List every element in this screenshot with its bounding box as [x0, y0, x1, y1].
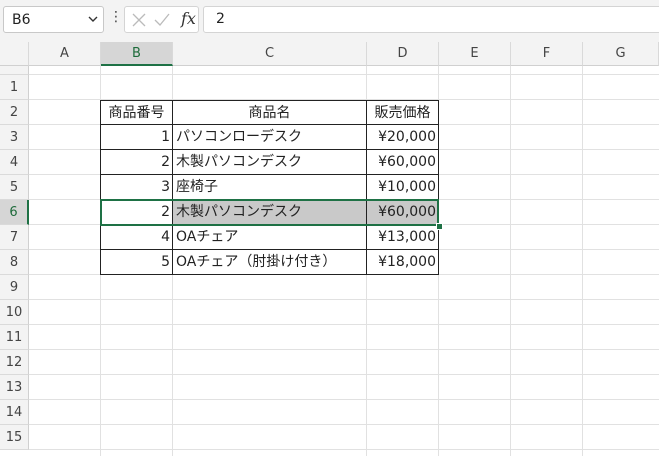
- row-header-11[interactable]: 11: [0, 325, 29, 350]
- cell-price[interactable]: ¥13,000: [367, 225, 439, 250]
- column-header-f[interactable]: F: [511, 42, 583, 66]
- cell-id[interactable]: 3: [101, 175, 173, 200]
- row-header-7[interactable]: 7: [0, 225, 29, 250]
- cell-name[interactable]: 座椅子: [173, 175, 367, 200]
- cell-price[interactable]: ¥20,000: [367, 125, 439, 150]
- cell-id[interactable]: 5: [101, 250, 173, 275]
- gridline: [29, 299, 659, 300]
- cell-price[interactable]: ¥18,000: [367, 250, 439, 275]
- column-header-b[interactable]: B: [101, 42, 173, 66]
- cell-id[interactable]: 4: [101, 225, 173, 250]
- enter-icon[interactable]: [153, 11, 171, 29]
- row-header-5[interactable]: 5: [0, 175, 29, 200]
- fx-icon[interactable]: fx: [181, 9, 196, 28]
- column-header-d[interactable]: D: [367, 42, 439, 66]
- row-header-6[interactable]: 6: [0, 200, 29, 225]
- name-box-value: B6: [12, 12, 31, 28]
- cell-id[interactable]: 1: [101, 125, 173, 150]
- formula-input[interactable]: 2: [203, 6, 659, 33]
- gridline: [29, 374, 659, 375]
- header-cell-id[interactable]: 商品番号: [101, 101, 173, 125]
- gridline: [29, 424, 659, 425]
- row-header-15[interactable]: 15: [0, 425, 29, 450]
- column-header-e[interactable]: E: [439, 42, 511, 66]
- row-header-12[interactable]: 12: [0, 350, 29, 375]
- column-header-g[interactable]: G: [583, 42, 659, 66]
- cell-name[interactable]: OAチェア（肘掛け付き）: [173, 250, 367, 275]
- chevron-down-icon[interactable]: [87, 11, 99, 30]
- cell-price[interactable]: ¥60,000: [367, 150, 439, 175]
- row-header-13[interactable]: 13: [0, 375, 29, 400]
- selection-border: [100, 199, 439, 226]
- gridline: [29, 74, 659, 75]
- row-header-9[interactable]: 9: [0, 275, 29, 300]
- select-all-corner[interactable]: [0, 42, 29, 66]
- row-header-10[interactable]: 10: [0, 300, 29, 325]
- formula-tools: fx: [124, 6, 199, 33]
- row-header-4[interactable]: 4: [0, 150, 29, 175]
- cell-name[interactable]: パソコンローデスク: [173, 125, 367, 150]
- header-cell-price[interactable]: 販売価格: [367, 101, 439, 125]
- cancel-icon[interactable]: [131, 11, 147, 29]
- cell-price[interactable]: ¥10,000: [367, 175, 439, 200]
- row-header-1[interactable]: 1: [0, 75, 29, 100]
- name-box[interactable]: B6: [3, 6, 104, 33]
- gridline: [29, 449, 659, 450]
- gridline: [29, 349, 659, 350]
- formula-bar: B6 ⋮ fx 2: [0, 0, 659, 42]
- gridline: [29, 399, 659, 400]
- row-header-3[interactable]: 3: [0, 125, 29, 150]
- fill-handle[interactable]: [436, 223, 443, 230]
- row-header-2[interactable]: 2: [0, 100, 29, 125]
- row-header-partial: [0, 66, 29, 75]
- gridline: [29, 324, 659, 325]
- cell-name[interactable]: OAチェア: [173, 225, 367, 250]
- formula-value: 2: [216, 11, 225, 27]
- more-options-icon[interactable]: ⋮: [109, 10, 123, 24]
- column-header-c[interactable]: C: [173, 42, 367, 66]
- header-cell-name[interactable]: 商品名: [173, 101, 367, 125]
- row-header-8[interactable]: 8: [0, 250, 29, 275]
- column-header-a[interactable]: A: [29, 42, 101, 66]
- cell-id[interactable]: 2: [101, 150, 173, 175]
- cell-name[interactable]: 木製パソコンデスク: [173, 150, 367, 175]
- row-header-14[interactable]: 14: [0, 400, 29, 425]
